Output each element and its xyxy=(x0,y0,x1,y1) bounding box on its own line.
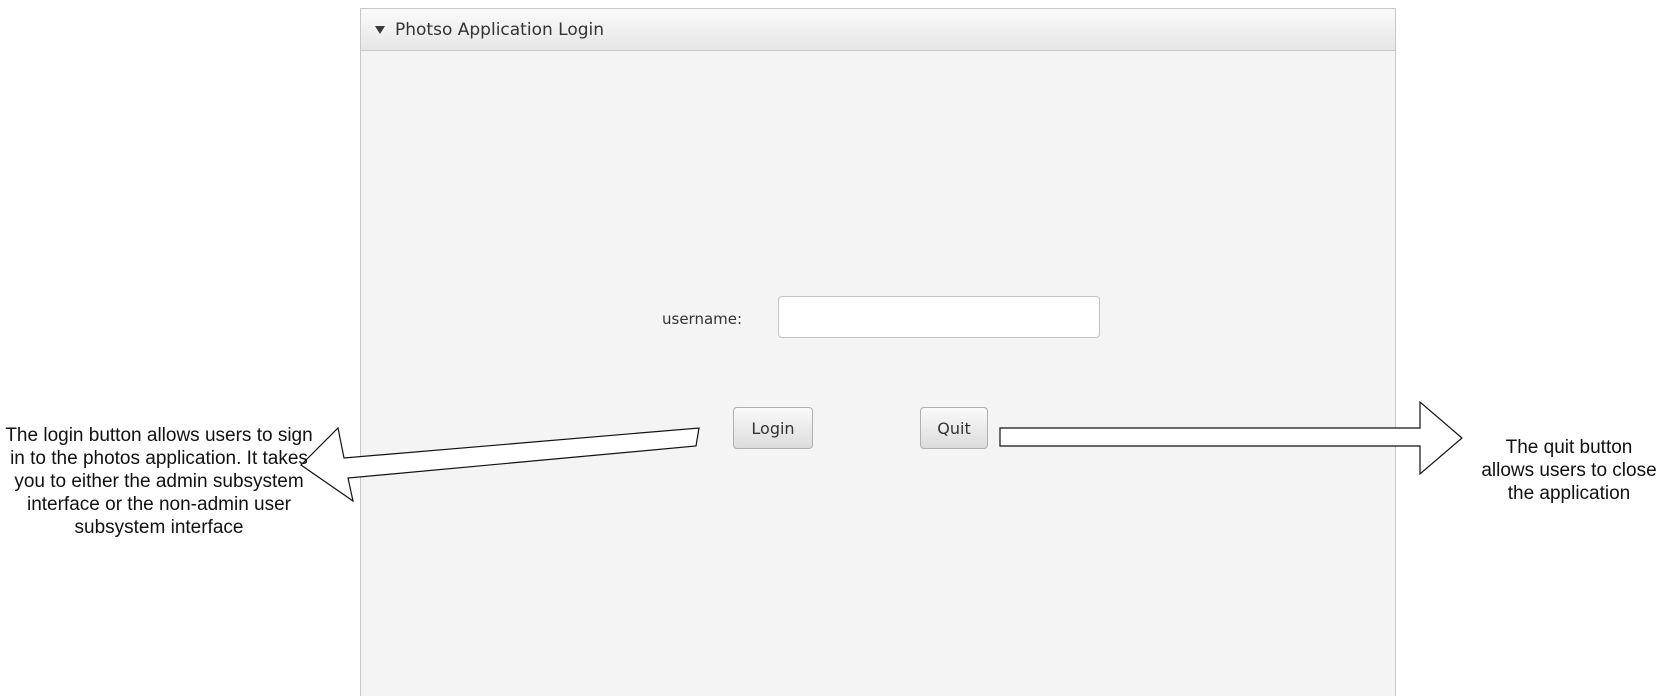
screenshot-canvas: Photso Application Login username: Login… xyxy=(0,0,1660,696)
collapse-triangle-icon[interactable] xyxy=(375,25,385,34)
login-annotation: The login button allows users to sign in… xyxy=(5,425,313,538)
username-input[interactable] xyxy=(778,296,1100,338)
login-button[interactable]: Login xyxy=(733,407,813,449)
window-title: Photso Application Login xyxy=(395,19,605,40)
window-titlebar[interactable]: Photso Application Login xyxy=(361,9,1395,51)
login-window: Photso Application Login xyxy=(360,8,1396,696)
username-label: username: xyxy=(662,310,743,328)
quit-button[interactable]: Quit xyxy=(920,407,988,449)
quit-annotation: The quit button allows users to close th… xyxy=(1481,437,1657,504)
